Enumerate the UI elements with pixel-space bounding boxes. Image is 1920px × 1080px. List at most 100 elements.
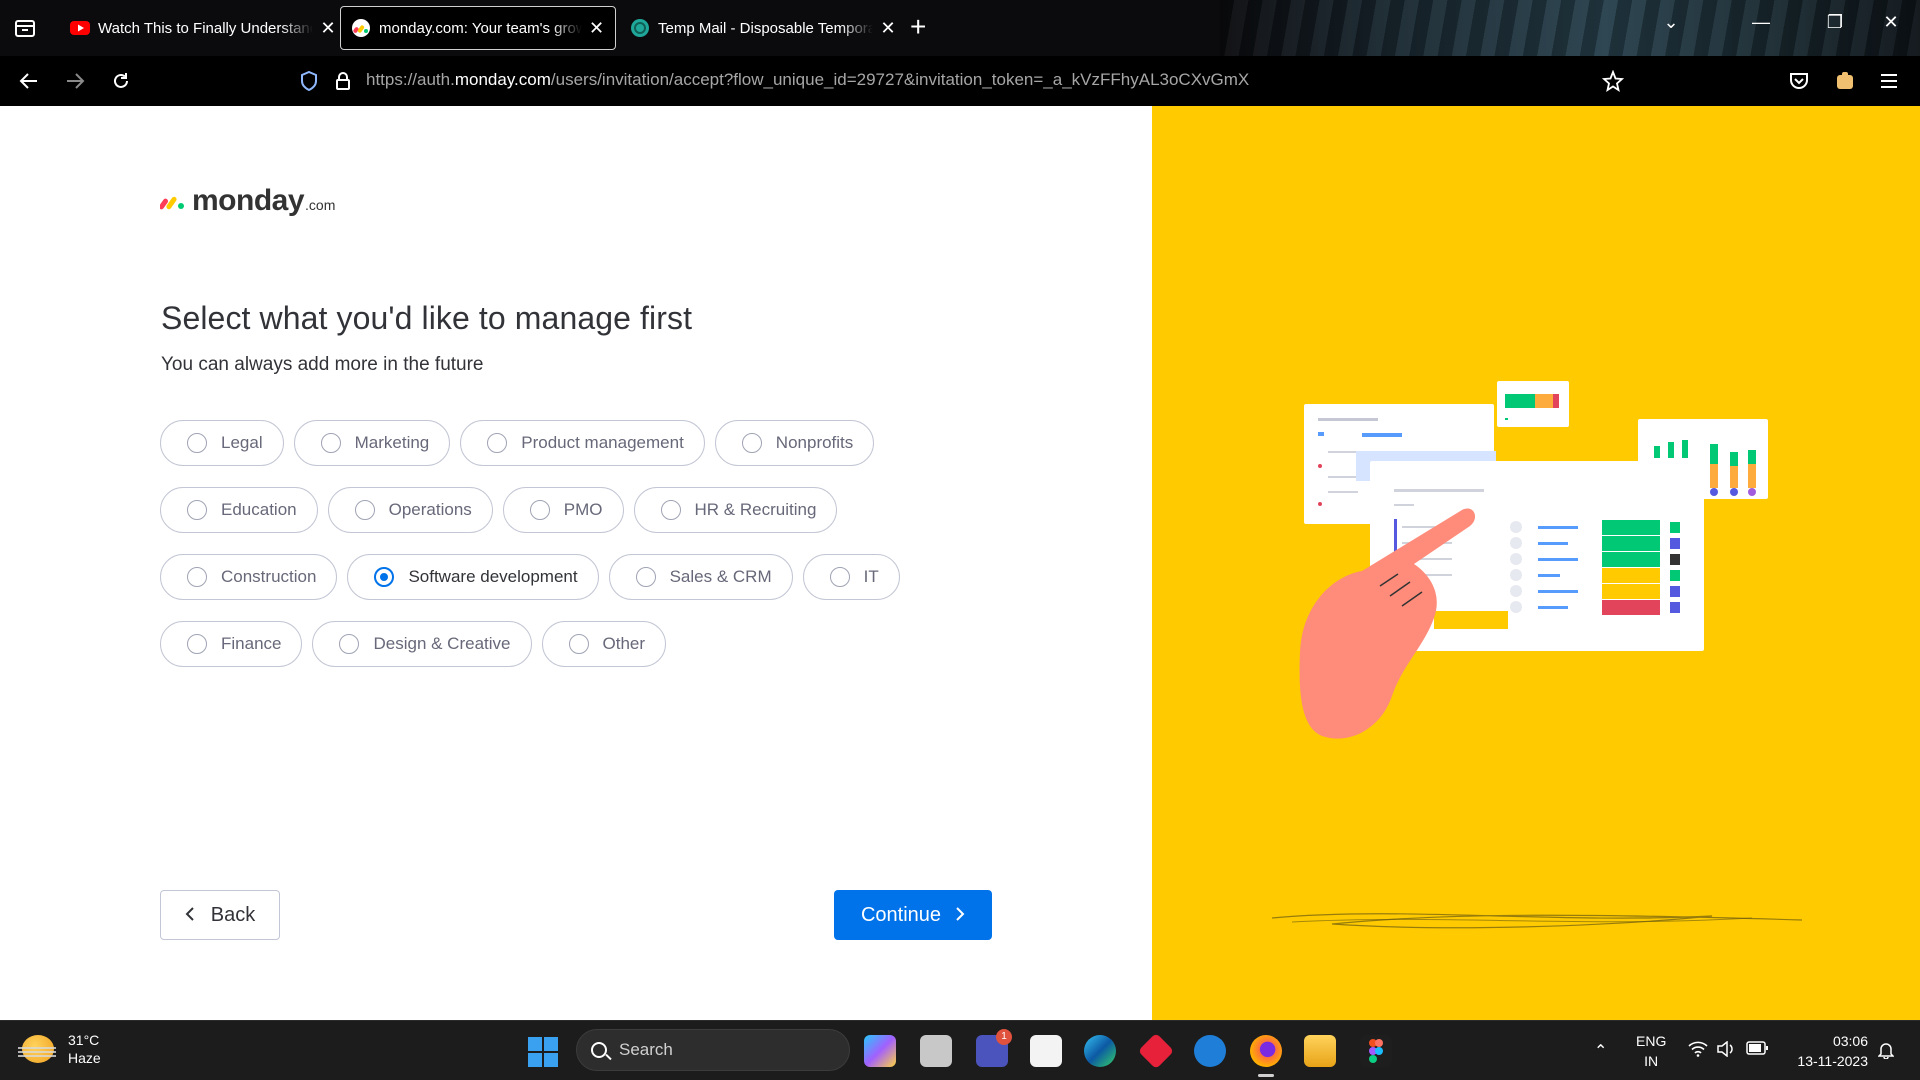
chip-nonprofits[interactable]: Nonprofits bbox=[714, 420, 875, 466]
anydesk-icon[interactable] bbox=[1137, 1032, 1175, 1070]
radio-icon bbox=[187, 567, 207, 587]
close-window-button[interactable]: ✕ bbox=[1876, 12, 1906, 33]
chip-row: Legal Marketing Product management Nonpr… bbox=[160, 420, 940, 466]
tab-monday[interactable]: monday.com: Your team's growth ✕ bbox=[340, 6, 616, 50]
chip-software-development[interactable]: Software development bbox=[347, 554, 599, 600]
tab-bar: Watch This to Finally Understand ✕ monda… bbox=[0, 0, 1920, 56]
illustration-panel bbox=[1152, 106, 1920, 1020]
address-bar[interactable]: https://auth.monday.com/users/invitation… bbox=[366, 70, 1249, 90]
menu-icon[interactable] bbox=[1874, 66, 1904, 96]
extensions-icon[interactable] bbox=[1830, 66, 1860, 96]
tempmail-icon bbox=[631, 19, 649, 37]
page-title: Select what you'd like to manage first bbox=[161, 300, 693, 336]
chip-design-creative[interactable]: Design & Creative bbox=[312, 621, 532, 667]
radio-selected-icon bbox=[374, 567, 395, 587]
task-view-icon[interactable] bbox=[920, 1035, 952, 1067]
monday-icon bbox=[352, 19, 370, 37]
chip-product-management[interactable]: Product management bbox=[460, 420, 705, 466]
close-icon[interactable]: ✕ bbox=[588, 18, 605, 39]
page-content: monday .com Select what you'd like to ma… bbox=[0, 106, 1920, 1020]
windows-start-icon[interactable] bbox=[528, 1037, 558, 1067]
board-illustration bbox=[1271, 381, 1803, 929]
page-subtitle: You can always add more in the future bbox=[161, 354, 484, 375]
chevron-left-icon bbox=[185, 905, 195, 926]
radio-icon bbox=[635, 567, 656, 587]
figma-icon[interactable] bbox=[1360, 1035, 1392, 1067]
firefox-icon[interactable] bbox=[1250, 1035, 1282, 1077]
tab-title: Watch This to Finally Understand bbox=[98, 19, 313, 37]
continue-button[interactable]: Continue bbox=[834, 890, 992, 940]
chip-operations[interactable]: Operations bbox=[327, 487, 493, 533]
chip-row: Finance Design & Creative Other bbox=[160, 621, 940, 667]
minimize-button[interactable]: — bbox=[1746, 12, 1776, 33]
close-icon[interactable]: ✕ bbox=[319, 18, 337, 39]
radio-icon bbox=[187, 500, 207, 520]
windows-taskbar: 31°C Haze Search 1 ⌃ ENG IN 03:06 13-11-… bbox=[0, 1020, 1920, 1080]
back-button[interactable]: Back bbox=[160, 890, 280, 940]
chip-sales-crm[interactable]: Sales & CRM bbox=[608, 554, 793, 600]
edge-icon[interactable] bbox=[1084, 1035, 1116, 1067]
lock-icon[interactable] bbox=[328, 66, 358, 96]
chip-legal[interactable]: Legal bbox=[160, 420, 284, 466]
illustration-card-top bbox=[1497, 381, 1569, 427]
radio-icon bbox=[339, 634, 360, 654]
microsoft-store-icon[interactable] bbox=[1030, 1035, 1062, 1067]
option-chips: Legal Marketing Product management Nonpr… bbox=[160, 420, 940, 688]
notification-bell-icon[interactable] bbox=[1877, 1041, 1895, 1064]
language-indicator[interactable]: ENG IN bbox=[1636, 1031, 1666, 1071]
reload-icon[interactable] bbox=[106, 66, 136, 96]
chip-marketing[interactable]: Marketing bbox=[293, 420, 451, 466]
monday-logo: monday .com bbox=[160, 184, 335, 218]
chip-row: Education Operations PMO HR & Recruiting bbox=[160, 487, 940, 533]
shield-icon[interactable] bbox=[294, 66, 324, 96]
weather-temperature: 31°C bbox=[68, 1032, 100, 1048]
chevron-up-icon[interactable]: ⌃ bbox=[1594, 1041, 1607, 1061]
chevron-down-icon[interactable]: ⌄ bbox=[1656, 12, 1686, 33]
chip-row: Construction Software development Sales … bbox=[160, 554, 940, 600]
weather-widget[interactable]: 31°C Haze bbox=[18, 1031, 101, 1067]
pocket-icon[interactable] bbox=[1784, 66, 1814, 96]
chip-other[interactable]: Other bbox=[541, 621, 667, 667]
nav-bar: https://auth.monday.com/users/invitation… bbox=[0, 56, 1920, 106]
copilot-icon[interactable] bbox=[864, 1035, 896, 1067]
system-clock[interactable]: 03:06 13-11-2023 bbox=[1786, 1031, 1868, 1071]
radio-icon bbox=[660, 500, 681, 520]
tab-list-icon[interactable] bbox=[10, 14, 40, 42]
radio-icon bbox=[354, 500, 375, 520]
back-arrow-icon[interactable] bbox=[14, 66, 44, 96]
youtube-icon bbox=[70, 21, 90, 35]
chip-pmo[interactable]: PMO bbox=[502, 487, 624, 533]
tab-youtube[interactable]: Watch This to Finally Understand ✕ bbox=[60, 6, 347, 50]
theme-background bbox=[1220, 0, 1920, 56]
tab-title: Temp Mail - Disposable Temporary bbox=[658, 19, 873, 37]
tab-tempmail[interactable]: Temp Mail - Disposable Temporary ✕ bbox=[620, 6, 907, 50]
tab-title: monday.com: Your team's growth bbox=[379, 19, 582, 37]
new-tab-button[interactable]: + bbox=[910, 12, 926, 42]
weather-condition: Haze bbox=[68, 1050, 101, 1066]
radio-icon bbox=[487, 433, 508, 453]
haze-icon bbox=[18, 1035, 56, 1063]
chip-hr-recruiting[interactable]: HR & Recruiting bbox=[633, 487, 838, 533]
taskbar-search[interactable]: Search bbox=[576, 1029, 850, 1071]
radio-icon bbox=[568, 634, 589, 654]
radio-icon bbox=[741, 433, 762, 453]
close-icon[interactable]: ✕ bbox=[879, 18, 897, 39]
radio-icon bbox=[529, 500, 550, 520]
volume-icon[interactable] bbox=[1716, 1040, 1736, 1062]
forward-arrow-icon[interactable] bbox=[60, 66, 90, 96]
teams-icon[interactable]: 1 bbox=[976, 1029, 1012, 1067]
form-panel: monday .com Select what you'd like to ma… bbox=[0, 106, 1152, 1020]
chip-it[interactable]: IT bbox=[802, 554, 900, 600]
radio-icon bbox=[829, 567, 850, 587]
file-explorer-icon[interactable] bbox=[1304, 1035, 1336, 1067]
chip-finance[interactable]: Finance bbox=[160, 621, 303, 667]
battery-icon[interactable] bbox=[1746, 1041, 1768, 1060]
help-icon[interactable] bbox=[1194, 1035, 1226, 1067]
star-icon[interactable] bbox=[1598, 66, 1628, 96]
chip-education[interactable]: Education bbox=[160, 487, 318, 533]
chip-construction[interactable]: Construction bbox=[160, 554, 338, 600]
restore-button[interactable]: ❐ bbox=[1820, 12, 1850, 33]
radio-icon bbox=[320, 433, 341, 453]
wifi-icon[interactable] bbox=[1688, 1041, 1708, 1062]
chevron-right-icon bbox=[955, 905, 965, 926]
